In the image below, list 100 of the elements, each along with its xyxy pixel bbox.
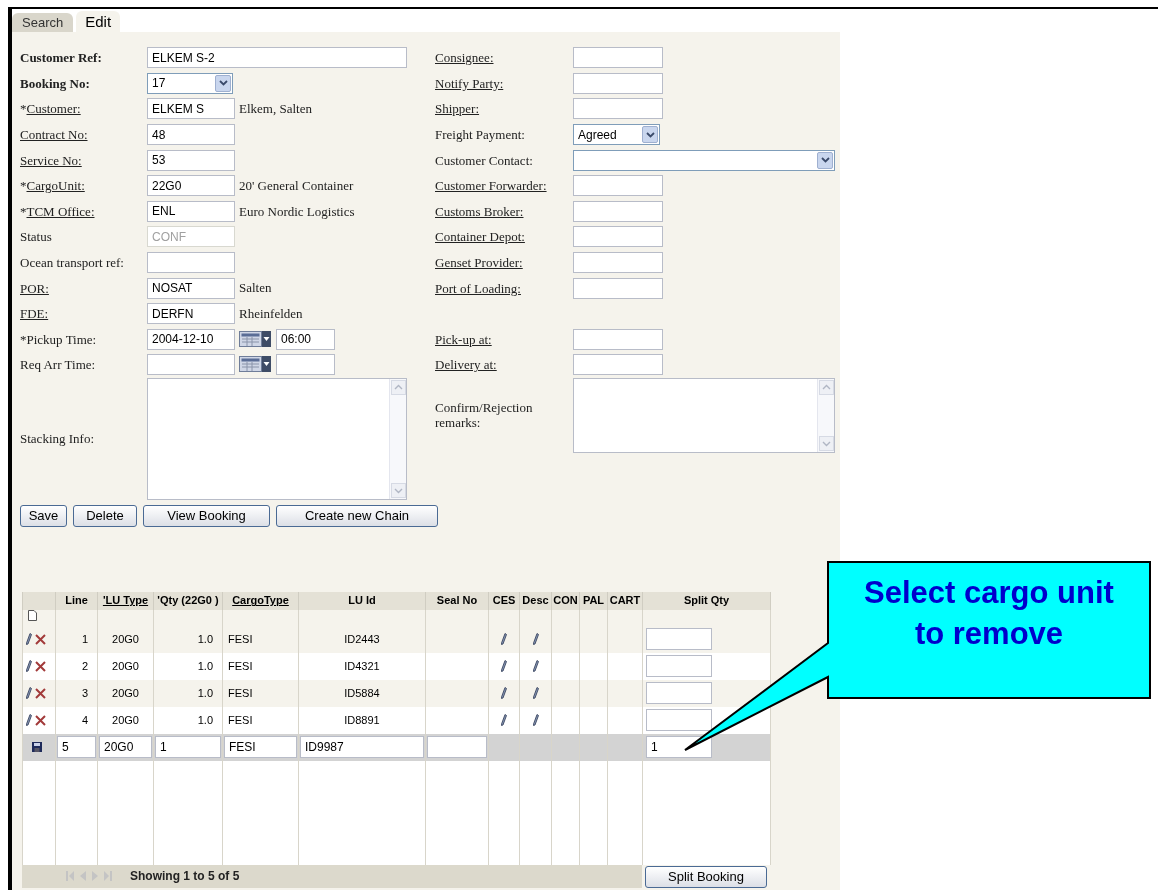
pencil-icon[interactable]: [26, 687, 32, 700]
delete-icon[interactable]: [35, 633, 46, 645]
tab[interactable]: Search: [12, 13, 74, 32]
input-field[interactable]: [573, 277, 663, 299]
pencil-icon[interactable]: [532, 687, 539, 700]
delete-icon[interactable]: [35, 660, 46, 672]
pencil-icon[interactable]: [26, 660, 32, 673]
pencil-icon[interactable]: [501, 660, 507, 673]
input-field[interactable]: [573, 252, 663, 274]
pencil-icon[interactable]: [501, 687, 507, 700]
time-field[interactable]: 06:00: [276, 328, 335, 350]
split-quantity-field[interactable]: [646, 655, 712, 678]
date-field[interactable]: 2004-12-10: [147, 328, 235, 350]
split-booking-button[interactable]: Split Booking: [645, 865, 767, 888]
delete-icon[interactable]: [35, 687, 46, 699]
field-label: Delivery at:: [435, 357, 498, 373]
input-field[interactable]: [573, 72, 663, 94]
pencil-icon[interactable]: [532, 633, 539, 646]
input-field[interactable]: [573, 328, 663, 350]
input-field[interactable]: 22G0: [147, 175, 235, 197]
calendar-picker-icon[interactable]: [239, 355, 272, 375]
action-button[interactable]: View Booking: [143, 504, 270, 527]
field-label: Customer Ref:: [20, 50, 103, 66]
action-button[interactable]: Save: [20, 504, 67, 527]
table-cell-text: ID4321: [343, 658, 381, 674]
column-header: Line: [65, 594, 88, 607]
field-label: Stacking Info:: [20, 431, 95, 447]
field-label: Customer Forwarder:: [435, 178, 548, 194]
table-input[interactable]: 1: [155, 736, 221, 759]
new-document-icon[interactable]: [28, 609, 37, 621]
field-label: *CargoUnit:: [20, 178, 86, 194]
field-label: Container Depot:: [435, 229, 526, 245]
table-cell-text: 3: [80, 685, 89, 701]
dropdown-select[interactable]: 17: [147, 72, 233, 94]
pager-status: Showing 1 to 5 of 5: [130, 868, 240, 886]
pencil-icon[interactable]: [532, 714, 539, 727]
first-page-icon[interactable]: [66, 871, 74, 882]
input-field[interactable]: [147, 252, 235, 274]
split-quantity-field[interactable]: [646, 709, 712, 732]
field-label: Contract No:: [20, 127, 89, 143]
input-field[interactable]: DERFN: [147, 303, 235, 325]
table-input[interactable]: FESI: [224, 736, 297, 759]
table-input[interactable]: ID9987: [300, 736, 424, 759]
table-cell-text: 1.0: [196, 658, 214, 674]
scroll-up-icon[interactable]: [818, 379, 834, 395]
input-field[interactable]: 53: [147, 149, 235, 171]
save-icon[interactable]: [32, 742, 42, 753]
previous-page-icon[interactable]: [80, 871, 86, 882]
pencil-icon[interactable]: [532, 660, 539, 673]
input-field[interactable]: ELKEM S: [147, 98, 235, 120]
scroll-up-icon[interactable]: [390, 379, 406, 395]
table-input[interactable]: [427, 736, 487, 759]
table-input[interactable]: 20G0: [99, 736, 152, 759]
input-field[interactable]: ELKEM S-2: [147, 47, 407, 69]
date-field[interactable]: [147, 354, 235, 376]
input-field[interactable]: ENL: [147, 200, 235, 222]
field-description: Euro Nordic Logistics: [239, 202, 355, 221]
calendar-picker-icon[interactable]: [239, 329, 272, 349]
pencil-icon[interactable]: [501, 633, 507, 646]
delete-icon[interactable]: [35, 714, 46, 726]
input-field[interactable]: [573, 98, 663, 120]
table-cell-text: 4: [80, 712, 89, 728]
input-field[interactable]: [573, 175, 663, 197]
last-page-icon[interactable]: [104, 871, 112, 882]
input-field[interactable]: [573, 354, 663, 376]
field-label: Genset Provider:: [435, 255, 524, 271]
action-button[interactable]: Create new Chain: [276, 504, 438, 527]
pencil-icon[interactable]: [26, 633, 32, 646]
column-header: CART: [609, 594, 641, 607]
field-label: Booking No:: [20, 75, 91, 91]
dropdown-select[interactable]: Agreed: [573, 124, 660, 146]
input-field[interactable]: NOSAT: [147, 277, 235, 299]
column-header: Seal No: [436, 594, 478, 607]
scroll-down-icon[interactable]: [818, 435, 834, 451]
input-field[interactable]: [573, 226, 663, 248]
field-label: Consignee:: [435, 50, 495, 66]
column-header: 'LU Type: [102, 594, 149, 607]
table-cell-text: ID8891: [343, 712, 381, 728]
field-label: Customs Broker:: [435, 203, 525, 219]
tab[interactable]: Edit: [76, 11, 121, 32]
split-quantity-field[interactable]: [646, 628, 712, 651]
next-page-icon[interactable]: [92, 871, 98, 882]
table-cell-text: 2: [80, 658, 89, 674]
column-header: 'Qty (22G0 ): [157, 594, 219, 607]
scroll-down-icon[interactable]: [390, 482, 406, 498]
field-description: Elkem, Salten: [239, 100, 312, 119]
pencil-icon[interactable]: [501, 714, 507, 727]
column-header: LU Id: [348, 594, 376, 607]
split-quantity-field[interactable]: [646, 682, 712, 705]
input-field[interactable]: [573, 200, 663, 222]
input-field[interactable]: [573, 47, 663, 69]
text-area[interactable]: [573, 377, 835, 453]
split-quantity-field[interactable]: 1: [646, 736, 712, 759]
field-label: Customer Contact:: [435, 152, 534, 168]
action-button[interactable]: Delete: [73, 504, 137, 527]
input-field[interactable]: 48: [147, 124, 235, 146]
table-cell-text: 1.0: [196, 631, 214, 647]
table-input[interactable]: 5: [57, 736, 96, 759]
time-field[interactable]: [276, 354, 335, 376]
pencil-icon[interactable]: [26, 714, 32, 727]
